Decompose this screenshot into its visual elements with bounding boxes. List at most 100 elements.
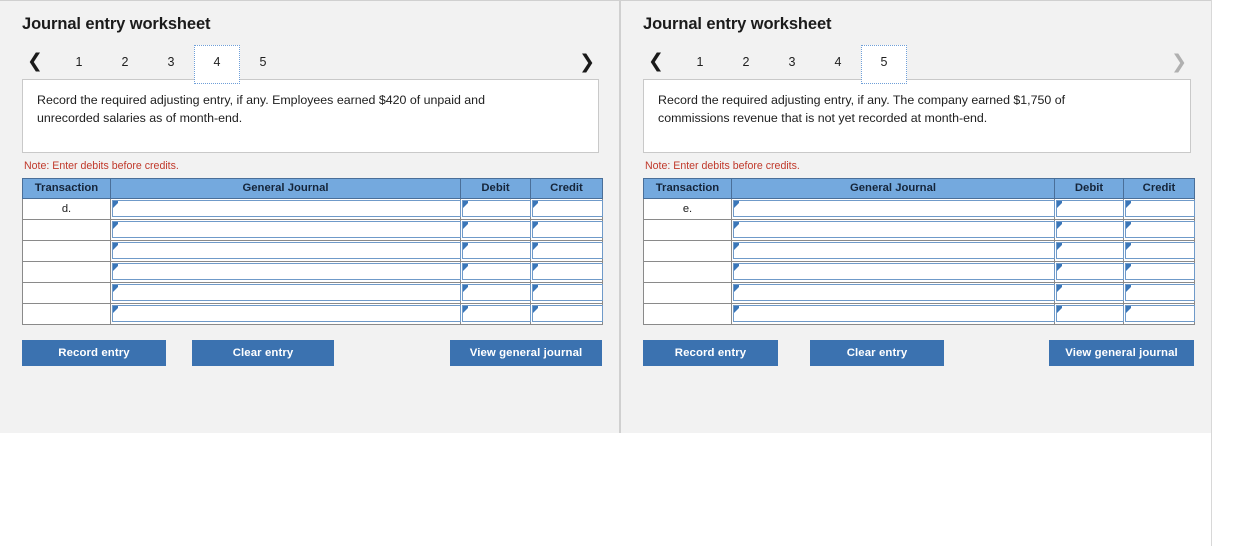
credit-cell[interactable] <box>530 197 603 220</box>
debit-input[interactable] <box>462 221 531 239</box>
debit-cell[interactable] <box>1054 260 1124 283</box>
chevron-left-icon[interactable]: ❮ <box>643 45 669 79</box>
pager-page-2[interactable]: 2 <box>102 45 148 79</box>
credit-cell[interactable] <box>530 302 603 325</box>
column-header-debit: Debit <box>1054 177 1124 199</box>
view-general-journal-button[interactable]: View general journal <box>1049 339 1194 366</box>
credit-cell[interactable] <box>530 281 603 304</box>
credit-cell[interactable] <box>1123 218 1195 241</box>
pager-page-3[interactable]: 3 <box>148 45 194 79</box>
debit-input[interactable] <box>462 242 531 260</box>
debit-cell[interactable] <box>1054 239 1124 262</box>
general-journal-cell[interactable] <box>110 239 461 262</box>
general-journal-input[interactable] <box>733 305 1055 323</box>
debit-cell[interactable] <box>460 218 531 241</box>
general-journal-cell[interactable] <box>110 260 461 283</box>
debit-cell[interactable] <box>1054 218 1124 241</box>
debit-input[interactable] <box>1056 263 1124 281</box>
transaction-label <box>22 281 111 304</box>
general-journal-cell[interactable] <box>110 218 461 241</box>
credit-input[interactable] <box>532 305 603 323</box>
credit-input[interactable] <box>1125 305 1195 323</box>
debit-input[interactable] <box>1056 284 1124 302</box>
credit-cell[interactable] <box>1123 197 1195 220</box>
debit-cell[interactable] <box>1054 281 1124 304</box>
debit-input[interactable] <box>462 305 531 323</box>
pager-page-4-active[interactable]: 4 <box>194 44 240 84</box>
chevron-left-icon[interactable]: ❮ <box>22 45 48 79</box>
credit-cell[interactable] <box>1123 239 1195 262</box>
pager-page-1[interactable]: 1 <box>56 45 102 79</box>
pager-page-5-active[interactable]: 5 <box>861 44 907 84</box>
table-row <box>22 239 603 262</box>
general-journal-cell[interactable] <box>110 302 461 325</box>
debit-input[interactable] <box>1056 305 1124 323</box>
pager-page-2[interactable]: 2 <box>723 45 769 79</box>
credit-input[interactable] <box>532 200 603 218</box>
debit-cell[interactable] <box>460 239 531 262</box>
general-journal-cell[interactable] <box>110 281 461 304</box>
credit-input[interactable] <box>532 221 603 239</box>
general-journal-input[interactable] <box>733 242 1055 260</box>
credit-input[interactable] <box>1125 242 1195 260</box>
credit-input[interactable] <box>1125 221 1195 239</box>
general-journal-input[interactable] <box>112 242 461 260</box>
pager-page-5[interactable]: 5 <box>240 45 286 79</box>
general-journal-cell[interactable] <box>731 239 1055 262</box>
credit-input[interactable] <box>1125 200 1195 218</box>
credit-input[interactable] <box>532 284 603 302</box>
table-row <box>643 260 1195 283</box>
general-journal-cell[interactable] <box>731 197 1055 220</box>
debit-cell[interactable] <box>460 281 531 304</box>
credit-input[interactable] <box>532 263 603 281</box>
general-journal-input[interactable] <box>112 221 461 239</box>
debit-input[interactable] <box>1056 200 1124 218</box>
debit-cell[interactable] <box>1054 197 1124 220</box>
transaction-label <box>22 260 111 283</box>
page-root: Journal entry worksheet ❮ 1 2 3 4 5 ❯ Re… <box>0 0 1233 546</box>
credit-input[interactable] <box>532 242 603 260</box>
general-journal-cell[interactable] <box>731 218 1055 241</box>
credit-input[interactable] <box>1125 263 1195 281</box>
clear-entry-button[interactable]: Clear entry <box>810 339 944 366</box>
pager-page-1[interactable]: 1 <box>677 45 723 79</box>
general-journal-cell[interactable] <box>731 302 1055 325</box>
general-journal-input[interactable] <box>733 221 1055 239</box>
general-journal-input[interactable] <box>733 200 1055 218</box>
debit-input[interactable] <box>1056 221 1124 239</box>
debit-input[interactable] <box>462 284 531 302</box>
general-journal-input[interactable] <box>112 305 461 323</box>
general-journal-cell[interactable] <box>110 197 461 220</box>
general-journal-input[interactable] <box>112 263 461 281</box>
transaction-label <box>22 239 111 262</box>
credit-cell[interactable] <box>1123 302 1195 325</box>
general-journal-input[interactable] <box>112 284 461 302</box>
credit-cell[interactable] <box>530 260 603 283</box>
debit-input[interactable] <box>462 263 531 281</box>
record-entry-button[interactable]: Record entry <box>643 339 778 366</box>
chevron-right-icon[interactable]: ❯ <box>569 45 599 79</box>
debit-cell[interactable] <box>460 197 531 220</box>
debit-input[interactable] <box>1056 242 1124 260</box>
table-row <box>643 281 1195 304</box>
view-general-journal-button[interactable]: View general journal <box>450 339 602 366</box>
general-journal-input[interactable] <box>112 200 461 218</box>
credit-cell[interactable] <box>1123 281 1195 304</box>
debit-cell[interactable] <box>460 260 531 283</box>
credit-cell[interactable] <box>1123 260 1195 283</box>
clear-entry-button[interactable]: Clear entry <box>192 339 334 366</box>
general-journal-input[interactable] <box>733 263 1055 281</box>
debit-cell[interactable] <box>460 302 531 325</box>
debit-input[interactable] <box>462 200 531 218</box>
transaction-label <box>22 218 111 241</box>
record-entry-button[interactable]: Record entry <box>22 339 166 366</box>
debit-cell[interactable] <box>1054 302 1124 325</box>
general-journal-cell[interactable] <box>731 260 1055 283</box>
pager-page-4[interactable]: 4 <box>815 45 861 79</box>
credit-cell[interactable] <box>530 218 603 241</box>
credit-cell[interactable] <box>530 239 603 262</box>
pager-page-3[interactable]: 3 <box>769 45 815 79</box>
general-journal-cell[interactable] <box>731 281 1055 304</box>
credit-input[interactable] <box>1125 284 1195 302</box>
general-journal-input[interactable] <box>733 284 1055 302</box>
